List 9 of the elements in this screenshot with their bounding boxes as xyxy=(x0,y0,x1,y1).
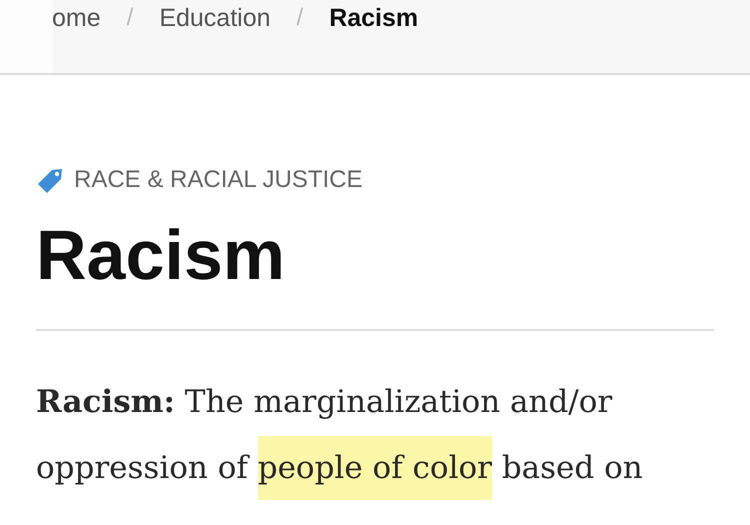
breadcrumb-link[interactable]: Racism xyxy=(329,2,418,34)
breadcrumb-link[interactable]: Education xyxy=(159,2,271,34)
page-title: Racism xyxy=(36,215,286,295)
tag-icon xyxy=(36,166,64,194)
definition-paragraph: Racism: The marginalization and/or oppression of people of color based on xyxy=(36,369,716,501)
category-label[interactable]: RACE & RACIAL JUSTICE xyxy=(74,165,363,195)
separator: / xyxy=(126,3,134,33)
breadcrumb-link[interactable]: ome xyxy=(52,2,101,34)
separator: / xyxy=(296,3,304,33)
